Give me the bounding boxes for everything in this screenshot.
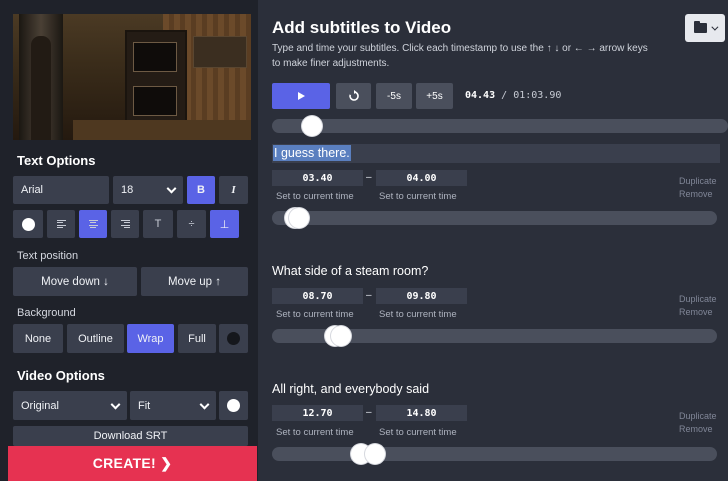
chevron-down-icon [199, 399, 210, 410]
video-preview[interactable] [13, 14, 251, 140]
font-select[interactable]: Arial [13, 176, 109, 204]
move-up-button[interactable]: Move up ↑ [141, 267, 248, 296]
cue-1-text-input[interactable]: I guess there. [272, 144, 720, 163]
aspect-ratio-select[interactable]: Original [13, 391, 127, 420]
chevron-down-icon [166, 183, 177, 194]
video-frame-cabinet [193, 36, 247, 68]
align-left-icon [56, 219, 66, 229]
cue-1-end-time[interactable]: 04.00 [376, 170, 467, 186]
cue-1-text: I guess there. [273, 145, 351, 161]
cue-1-range-slider[interactable] [272, 208, 717, 228]
text-options-title: Text Options [17, 153, 96, 168]
font-size-select[interactable]: 18 [113, 176, 183, 204]
chevron-down-icon [110, 399, 121, 410]
font-select-value: Arial [21, 184, 44, 196]
restart-button[interactable] [336, 83, 371, 109]
move-down-button[interactable]: Move down ↓ [13, 267, 137, 296]
text-position-title: Text position [17, 250, 79, 262]
background-title: Background [17, 307, 76, 319]
total-time: 01:03.90 [513, 90, 562, 101]
create-button[interactable]: CREATE! ❯ [8, 446, 257, 481]
video-background-color-button[interactable] [219, 391, 248, 420]
time-separator: / [501, 90, 508, 101]
align-right-button[interactable] [111, 210, 139, 238]
page-title: Add subtitles to Video [272, 18, 452, 37]
align-center-icon [88, 219, 98, 229]
current-time: 04.43 [465, 90, 496, 101]
cue-2-end-time[interactable]: 09.80 [376, 288, 467, 304]
cue-1-duplicate-link[interactable]: Duplicate [679, 176, 717, 186]
video-frame-oven-window-top [133, 42, 177, 72]
video-frame-oven-window-bottom [133, 86, 177, 116]
text-color-button[interactable] [13, 210, 43, 238]
video-options-title: Video Options [17, 368, 105, 383]
rewind-5s-button[interactable]: -5s [376, 83, 412, 109]
italic-button[interactable]: I [219, 176, 248, 204]
aspect-ratio-value: Original [21, 399, 59, 412]
cue-3-start-set-current[interactable]: Set to current time [276, 427, 354, 438]
chevron-down-icon [711, 23, 719, 31]
cue-3-range-slider[interactable] [272, 444, 717, 464]
download-srt-button[interactable]: Download SRT [13, 426, 248, 446]
cue-3-range-end-handle[interactable] [365, 444, 385, 464]
cue-2-end-set-current[interactable]: Set to current time [379, 309, 457, 320]
font-size-value: 18 [121, 184, 134, 196]
fit-value: Fit [138, 399, 151, 412]
playback-scrubber[interactable] [272, 116, 728, 136]
cue-2-remove-link[interactable]: Remove [679, 307, 713, 317]
vertical-align-middle-button[interactable]: ÷ [177, 210, 206, 238]
cue-3-time-dash: – [366, 407, 372, 418]
cue-1-start-time[interactable]: 03.40 [272, 170, 363, 186]
restart-icon [348, 90, 359, 101]
bold-button[interactable]: B [187, 176, 215, 204]
cue-1-start-set-current[interactable]: Set to current time [276, 191, 354, 202]
forward-5s-button[interactable]: +5s [416, 83, 453, 109]
cue-2-range-slider[interactable] [272, 326, 717, 346]
background-outline-button[interactable]: Outline [67, 324, 124, 353]
video-frame-person [31, 36, 51, 140]
page-description: Type and time your subtitles. Click each… [272, 43, 648, 69]
cue-1-end-set-current[interactable]: Set to current time [379, 191, 457, 202]
vertical-align-bottom-button[interactable]: ⊥ [210, 210, 239, 238]
video-frame-counter [73, 120, 251, 140]
left-panel: Text Options Arial 18 B I T ÷ ⊥ Text pos… [0, 0, 258, 481]
folder-icon [694, 21, 707, 33]
background-color-button[interactable] [219, 324, 248, 353]
playback-scrubber-handle[interactable] [302, 116, 322, 136]
align-right-icon [120, 219, 130, 229]
cue-1-remove-link[interactable]: Remove [679, 189, 713, 199]
cue-2-time-dash: – [366, 290, 372, 301]
white-color-swatch-icon [227, 399, 240, 412]
vertical-align-top-button[interactable]: T [143, 210, 173, 238]
align-center-button[interactable] [79, 210, 107, 238]
time-readout: 04.43 / 01:03.90 [465, 90, 561, 101]
play-icon [297, 92, 305, 100]
play-button[interactable] [272, 83, 330, 109]
cue-2-text[interactable]: What side of a steam room? [272, 264, 428, 278]
dark-color-swatch-icon [227, 332, 240, 345]
folder-menu-button[interactable] [685, 14, 725, 42]
cue-3-duplicate-link[interactable]: Duplicate [679, 411, 717, 421]
background-wrap-button[interactable]: Wrap [127, 324, 174, 353]
cue-3-remove-link[interactable]: Remove [679, 424, 713, 434]
cue-3-end-time[interactable]: 14.80 [376, 405, 467, 421]
background-none-button[interactable]: None [13, 324, 63, 353]
cue-3-start-time[interactable]: 12.70 [272, 405, 363, 421]
cue-3-text[interactable]: All right, and everybody said [272, 382, 429, 396]
cue-2-duplicate-link[interactable]: Duplicate [679, 294, 717, 304]
cue-3-end-set-current[interactable]: Set to current time [379, 427, 457, 438]
cue-2-start-set-current[interactable]: Set to current time [276, 309, 354, 320]
fit-select[interactable]: Fit [130, 391, 216, 420]
cue-2-start-time[interactable]: 08.70 [272, 288, 363, 304]
cue-1-range-end-handle[interactable] [289, 208, 309, 228]
background-full-button[interactable]: Full [178, 324, 216, 353]
cue-2-range-end-handle[interactable] [331, 326, 351, 346]
white-color-swatch-icon [21, 217, 35, 231]
align-left-button[interactable] [47, 210, 75, 238]
cue-1-time-dash: – [366, 172, 372, 183]
